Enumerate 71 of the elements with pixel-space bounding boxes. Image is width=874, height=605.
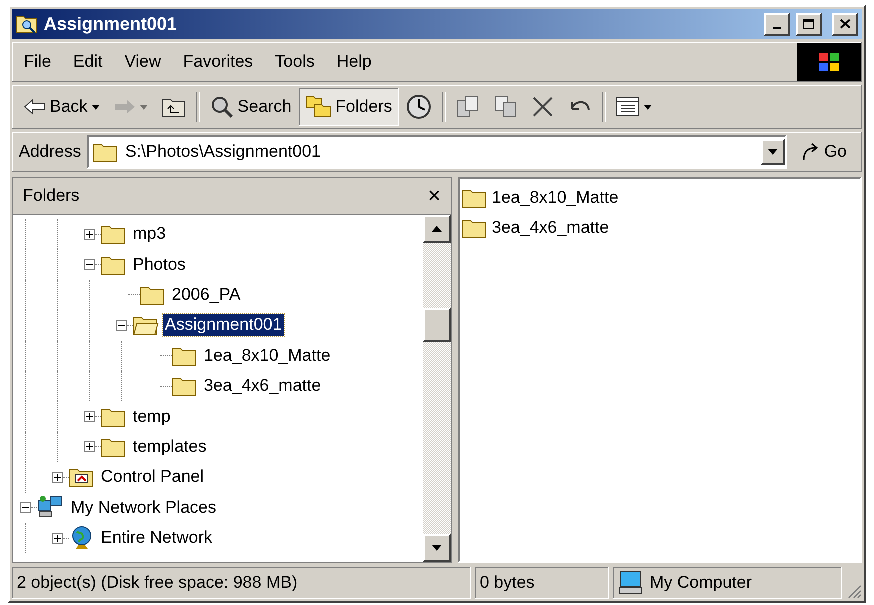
- move-to-icon: [456, 95, 480, 119]
- menu-item[interactable]: Tools: [264, 48, 326, 76]
- maximize-icon: [803, 18, 815, 30]
- tree-item[interactable]: 2006_PA: [170, 284, 243, 306]
- minimize-button[interactable]: [764, 12, 790, 36]
- tree-item[interactable]: temp: [131, 406, 173, 428]
- dropdown-button[interactable]: [761, 139, 786, 165]
- scroll-down-button[interactable]: [423, 534, 451, 562]
- scroll-up-button[interactable]: [423, 215, 451, 243]
- address-label: Address: [18, 142, 82, 162]
- down-arrow-icon: [432, 545, 442, 551]
- maximize-button[interactable]: [796, 12, 822, 36]
- caret-icon: [768, 149, 778, 155]
- back-arrow-icon: [24, 99, 46, 115]
- delete-icon: [532, 96, 554, 118]
- expand-button[interactable]: [84, 411, 95, 422]
- plus-icon: [86, 230, 93, 238]
- forward-arrow-icon: [114, 99, 136, 115]
- close-button[interactable]: [832, 12, 858, 36]
- folder-item[interactable]: 1ea_8x10_Matte: [492, 188, 619, 208]
- folders-button[interactable]: Folders: [298, 88, 400, 126]
- clock-icon: [406, 94, 432, 120]
- expand-button[interactable]: [52, 532, 63, 544]
- plus-icon: [54, 474, 61, 481]
- expand-button[interactable]: [84, 441, 95, 452]
- close-icon: [840, 19, 850, 29]
- pane-title: Folders: [23, 186, 80, 206]
- windows-logo: [797, 43, 861, 81]
- up-arrow-icon: [432, 226, 442, 232]
- menu-item[interactable]: File: [13, 48, 62, 76]
- status-objects: 2 object(s) (Disk free space: 988 MB): [12, 567, 471, 599]
- computer-icon: [618, 571, 644, 595]
- tree-item[interactable]: templates: [131, 436, 209, 458]
- views-icon: [616, 96, 640, 118]
- folder-search-icon: [16, 14, 38, 34]
- folder-item[interactable]: 3ea_4x6_matte: [492, 218, 610, 238]
- plus-icon: [86, 413, 93, 420]
- zone-label: My Computer: [650, 573, 752, 593]
- menu-item[interactable]: Favorites: [172, 48, 264, 76]
- tree-item[interactable]: mp3: [131, 223, 168, 246]
- expand-button[interactable]: [52, 472, 63, 483]
- collapse-button[interactable]: [20, 502, 31, 514]
- plus-icon: [86, 443, 93, 450]
- tree-item[interactable]: Entire Network: [99, 527, 214, 550]
- plus-icon: [54, 534, 61, 542]
- scroll-thumb[interactable]: [423, 308, 451, 342]
- tree-item[interactable]: Control Panel: [99, 466, 206, 488]
- tree-item[interactable]: Photos: [131, 254, 188, 276]
- copy-to-icon: [494, 95, 518, 119]
- tree-item[interactable]: 1ea_8x10_Matte: [202, 344, 333, 367]
- search-icon: [210, 95, 234, 119]
- tree-item[interactable]: My Network Places: [69, 496, 218, 519]
- collapse-button[interactable]: [116, 320, 127, 331]
- resize-grip-icon[interactable]: [846, 583, 862, 599]
- minimize-icon: [773, 27, 781, 29]
- menu-item[interactable]: View: [114, 48, 172, 76]
- menu-item[interactable]: Help: [326, 48, 383, 76]
- status-size: 0 bytes: [475, 567, 609, 599]
- vertical-scrollbar[interactable]: [423, 215, 451, 562]
- window-title: Assignment001: [44, 14, 178, 34]
- tree-item[interactable]: Assignment001: [163, 314, 284, 336]
- search-button[interactable]: Search: [202, 88, 299, 126]
- back-button[interactable]: Back: [17, 88, 107, 126]
- tree-item[interactable]: 3ea_4x6_matte: [202, 375, 324, 398]
- folders-icon: [306, 96, 332, 118]
- go-button[interactable]: Go: [787, 142, 861, 162]
- address-field[interactable]: S:\Photos\Assignment001: [87, 135, 788, 169]
- expand-button[interactable]: [84, 228, 95, 240]
- collapse-button[interactable]: [84, 259, 95, 270]
- menu-item[interactable]: Edit: [62, 48, 114, 76]
- close-pane-button[interactable]: ×: [428, 183, 441, 209]
